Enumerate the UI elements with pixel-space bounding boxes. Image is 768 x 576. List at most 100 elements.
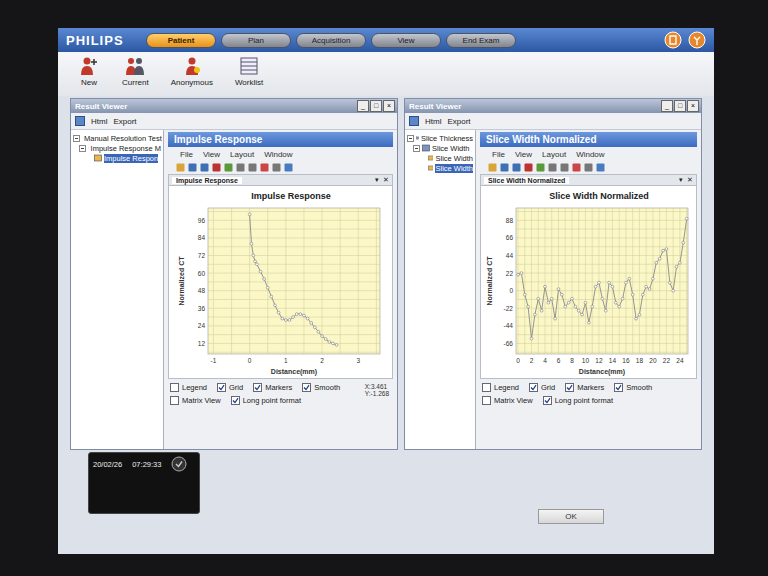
menu-item[interactable]: Html [425, 117, 441, 126]
tool-icon[interactable] [572, 163, 581, 172]
tool-icon[interactable] [536, 163, 545, 172]
checkbox-icon[interactable] [170, 383, 179, 392]
tab[interactable]: View [371, 33, 441, 48]
tool-icon[interactable] [272, 163, 281, 172]
option-checkbox[interactable]: Smooth [614, 383, 652, 392]
chart-point [563, 305, 566, 308]
checkbox-icon[interactable] [302, 383, 311, 392]
window-control[interactable]: × [687, 100, 699, 112]
checkbox-icon[interactable] [217, 383, 226, 392]
option-checkbox[interactable]: Markers [253, 383, 292, 392]
tool-icon[interactable] [236, 163, 245, 172]
tree-item[interactable]: Slice Width [407, 143, 473, 153]
tab-control[interactable]: ▾ [375, 176, 379, 184]
menu-item[interactable]: View [515, 150, 532, 159]
tab[interactable]: Patient [146, 33, 216, 48]
tool-icon[interactable] [200, 163, 209, 172]
menu-item[interactable]: File [492, 150, 505, 159]
menu-item[interactable]: Layout [542, 150, 566, 159]
option-checkbox[interactable]: Matrix View [170, 396, 221, 405]
expander-icon[interactable] [413, 145, 420, 152]
tab[interactable]: Acquisition [296, 33, 366, 48]
tool-icon[interactable] [488, 163, 497, 172]
toolbar: New Current Anonymous Worklist [58, 52, 714, 96]
checkbox-icon[interactable] [482, 396, 491, 405]
tool-icon[interactable] [188, 163, 197, 172]
menu-item[interactable]: View [203, 150, 220, 159]
option-checkbox[interactable]: Long point format [231, 396, 301, 405]
window-control[interactable]: □ [674, 100, 686, 112]
checkbox-icon[interactable] [529, 383, 538, 392]
option-checkbox[interactable]: Legend [170, 383, 207, 392]
tab[interactable]: End Exam [446, 33, 516, 48]
help-icon[interactable] [688, 31, 706, 49]
tool-icon[interactable] [260, 163, 269, 172]
toolbar-button[interactable]: Worklist [235, 56, 263, 92]
tree-item[interactable]: Impulse Respon [73, 153, 161, 163]
checkbox-icon[interactable] [170, 396, 179, 405]
checkbox-icon[interactable] [482, 383, 491, 392]
panel-tab[interactable]: Impulse Response [172, 177, 242, 184]
tree-item[interactable]: Manual Resolution Test [73, 133, 161, 143]
tool-icon[interactable] [212, 163, 221, 172]
chart-point [536, 297, 539, 300]
option-checkbox[interactable]: Grid [529, 383, 555, 392]
checkbox-icon[interactable] [614, 383, 623, 392]
tool-icon[interactable] [584, 163, 593, 172]
tab-control[interactable]: ▾ [679, 176, 683, 184]
tool-icon[interactable] [524, 163, 533, 172]
option-checkbox[interactable]: Grid [217, 383, 243, 392]
tab[interactable]: Plan [221, 33, 291, 48]
tool-icon[interactable] [224, 163, 233, 172]
window-control[interactable]: × [383, 100, 395, 112]
tool-icon[interactable] [248, 163, 257, 172]
chart-point [266, 286, 269, 289]
toolbar-button[interactable]: New [78, 56, 100, 92]
window-control[interactable]: _ [661, 100, 673, 112]
tool-icon[interactable] [512, 163, 521, 172]
option-checkbox[interactable]: Legend [482, 383, 519, 392]
window-control[interactable]: _ [357, 100, 369, 112]
tree-item[interactable]: Impulse Response M [73, 143, 161, 153]
chart-point [675, 265, 678, 268]
option-checkbox[interactable]: Long point format [543, 396, 613, 405]
menu-item[interactable]: Html [91, 117, 107, 126]
tree-item[interactable]: Slice Thickness [407, 133, 473, 143]
svg-text:10: 10 [581, 357, 589, 364]
checkbox-icon[interactable] [253, 383, 262, 392]
menu-item[interactable]: Export [113, 117, 136, 126]
tool-icon[interactable] [284, 163, 293, 172]
toolbar-button[interactable]: Current [122, 56, 149, 92]
ok-button[interactable]: OK [538, 509, 604, 524]
tab-control[interactable]: ✕ [383, 176, 389, 184]
checkbox-icon[interactable] [565, 383, 574, 392]
tree-item[interactable]: Slice Width [407, 163, 473, 173]
expander-icon[interactable] [79, 145, 86, 152]
status-icon[interactable] [171, 456, 187, 472]
panel-tab[interactable]: Slice Width Normalized [484, 177, 569, 184]
menu-item[interactable]: Export [447, 117, 470, 126]
toolbar-button[interactable]: Anonymous [171, 56, 213, 92]
expander-icon[interactable] [407, 135, 414, 142]
checkbox-icon[interactable] [231, 396, 240, 405]
system-icon[interactable] [664, 31, 682, 49]
option-checkbox[interactable]: Matrix View [482, 396, 533, 405]
tool-icon[interactable] [176, 163, 185, 172]
tool-icon[interactable] [596, 163, 605, 172]
tool-icon[interactable] [548, 163, 557, 172]
svg-text:-22: -22 [503, 305, 513, 312]
session-box[interactable]: 20/02/2607:29:33 [88, 452, 200, 514]
menu-item[interactable]: Window [264, 150, 292, 159]
tab-control[interactable]: ✕ [687, 176, 693, 184]
tree-item[interactable]: Slice Width [407, 153, 473, 163]
menu-item[interactable]: Layout [230, 150, 254, 159]
menu-item[interactable]: Window [576, 150, 604, 159]
option-checkbox[interactable]: Smooth [302, 383, 340, 392]
option-checkbox[interactable]: Markers [565, 383, 604, 392]
checkbox-icon[interactable] [543, 396, 552, 405]
tool-icon[interactable] [560, 163, 569, 172]
tool-icon[interactable] [500, 163, 509, 172]
menu-item[interactable]: File [180, 150, 193, 159]
expander-icon[interactable] [73, 135, 80, 142]
window-control[interactable]: □ [370, 100, 382, 112]
